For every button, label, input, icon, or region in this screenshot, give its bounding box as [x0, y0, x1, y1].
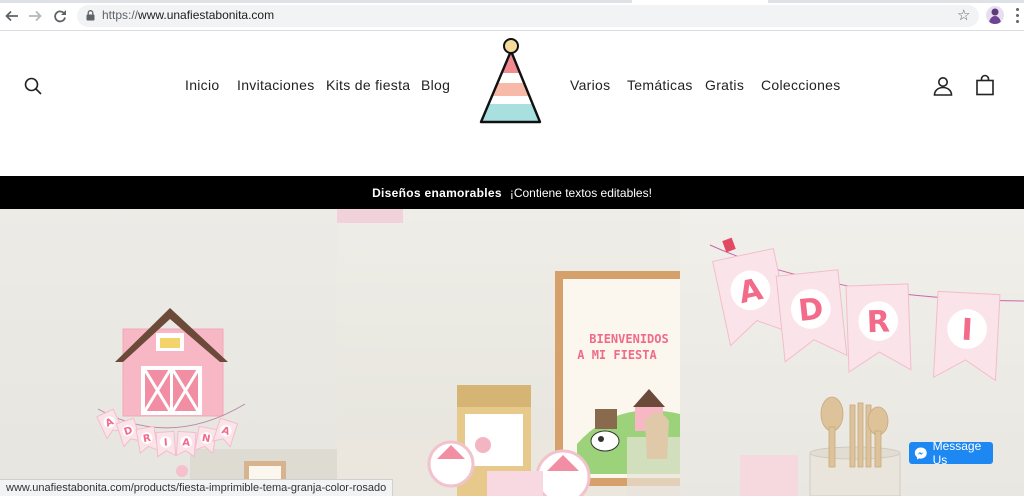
- hero-panel-welcome-sign[interactable]: BIENVENIDOS A MI FIESTA: [337, 209, 680, 496]
- back-button[interactable]: [2, 6, 22, 26]
- url-scheme: https://: [102, 8, 139, 22]
- browser-toolbar: https://www.unafiestabonita.com ☆: [0, 0, 1024, 31]
- banner-flag-small: A: [175, 430, 197, 458]
- nav-varios[interactable]: Varios: [570, 77, 610, 93]
- announcement-text: ¡Contiene textos editables!: [509, 185, 652, 200]
- banner-flag-small: R: [135, 425, 159, 455]
- reload-icon: [54, 10, 66, 23]
- site-header: Inicio Invitaciones Kits de fiesta Blog …: [0, 31, 1024, 176]
- nav-kits-de-fiesta[interactable]: Kits de fiesta: [326, 77, 410, 93]
- browser-menu-icon[interactable]: [1014, 7, 1020, 24]
- tab-strip-edge: [0, 0, 1024, 3]
- banner-letter: D: [797, 292, 825, 329]
- banner-letter: A: [182, 437, 191, 449]
- welcome-sign-image: BIENVENIDOS A MI FIESTA: [337, 209, 680, 496]
- address-bar[interactable]: https://www.unafiestabonita.com ☆: [77, 5, 979, 27]
- forward-button[interactable]: [25, 6, 45, 26]
- lock-icon: [86, 10, 95, 21]
- reload-button[interactable]: [50, 6, 70, 26]
- url-host: www.unafiestabonita.com: [138, 8, 275, 22]
- nav-blog[interactable]: Blog: [421, 77, 450, 93]
- sign-line-2: A MI FIESTA: [577, 348, 657, 362]
- banner-letter: I: [164, 438, 168, 449]
- announcement-bold: Diseños enamorables: [372, 185, 502, 200]
- link-status-bubble: www.unafiestabonita.com/products/fiesta-…: [0, 479, 394, 496]
- banner-letter: I: [961, 313, 974, 349]
- banner-flag-large: I: [932, 290, 1001, 382]
- account-icon[interactable]: [933, 76, 953, 100]
- banner-flag-large: D: [775, 269, 848, 363]
- banner-flag-small: I: [155, 430, 177, 458]
- messenger-icon: [914, 447, 927, 459]
- cart-bag-icon[interactable]: [975, 74, 995, 100]
- nav-gratis[interactable]: Gratis: [705, 77, 744, 93]
- banner-flag-small: A: [212, 417, 239, 448]
- hero-collage: ADRIANA BIENVENIDOS A MI FIESTA A D R I: [0, 209, 1024, 496]
- extension-avatar-icon[interactable]: [986, 6, 1004, 24]
- nav-invitaciones[interactable]: Invitaciones: [237, 77, 315, 93]
- nav-colecciones[interactable]: Colecciones: [761, 77, 841, 93]
- banner-flag-large: R: [845, 283, 912, 373]
- nav-inicio[interactable]: Inicio: [185, 77, 219, 93]
- barn-decor-image: ADR I A NA: [96, 308, 337, 496]
- search-icon[interactable]: [24, 77, 42, 99]
- message-us-label: Message Us: [932, 439, 982, 467]
- banner-letter: R: [866, 305, 890, 341]
- bookmark-star-icon[interactable]: ☆: [957, 6, 970, 24]
- arrow-left-icon: [5, 10, 18, 22]
- message-us-button[interactable]: Message Us: [909, 439, 993, 467]
- party-hat-logo[interactable]: [477, 37, 543, 129]
- nav-tematicas[interactable]: Temáticas: [627, 77, 693, 93]
- arrow-right-icon: [29, 10, 42, 22]
- url-text[interactable]: https://www.unafiestabonita.com: [102, 8, 274, 22]
- sign-line-1: BIENVENIDOS: [589, 332, 668, 346]
- announcement-bar: Diseños enamorables ¡Contiene textos edi…: [0, 176, 1024, 209]
- hero-panel-barn-decor[interactable]: ADRIANA: [0, 209, 337, 496]
